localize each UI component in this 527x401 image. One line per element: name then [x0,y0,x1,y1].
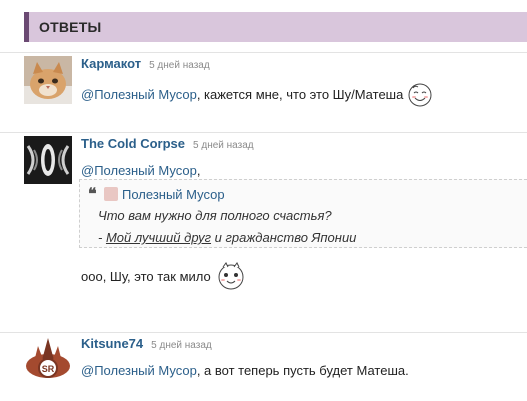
section-header: ОТВЕТЫ [24,12,527,42]
avatar[interactable]: SR [24,336,72,384]
cute-smiley-icon [218,262,244,290]
smiley-icon [408,83,432,107]
quote-link[interactable]: Мой лучший друг [106,230,211,245]
comment-body: , [196,163,201,178]
comment-timestamp: 5 дней назад [193,140,254,151]
comment-text: @Полезный Мусор, кажется мне, что это Шу… [81,82,527,108]
quote-line-2-prefix: - [98,230,106,245]
quote-line-1: Что вам нужно для полного счастья? [98,208,332,223]
section-title: ОТВЕТЫ [39,19,102,35]
comment-author[interactable]: The Cold Corpse [81,136,185,151]
comment-body: , кажется мне, что это Шу/Матеша [196,87,404,102]
comment-text: @Полезный Мусор, [81,162,527,180]
mention-link[interactable]: @Полезный Мусор [81,362,197,380]
fox-avatar-icon: SR [24,336,72,384]
comment-author[interactable]: Кармакот [81,56,141,71]
mention-link[interactable]: @Полезный Мусор [81,86,197,104]
quote-author-link[interactable]: Полезный Мусор [122,187,225,202]
avatar[interactable] [24,56,72,104]
avatar[interactable] [24,136,72,184]
cat-avatar-icon [24,56,72,104]
quote-line-2: - Мой лучший друг и гражданство Японии [88,229,519,247]
quote-line-2-suffix: и гражданство Японии [211,230,357,245]
comment-followup-text: ооо, Шу, это так мило [81,268,211,284]
quote-avatar[interactable] [104,187,118,201]
dark-pattern-avatar-icon [24,136,72,184]
comment-text: @Полезный Мусор, а вот теперь пусть буде… [81,362,527,380]
comment-body: , а вот теперь пусть будет Матеша. [196,363,409,378]
svg-text:SR: SR [42,364,55,374]
comment-followup: ооо, Шу, это так мило [81,260,247,292]
mention-link[interactable]: @Полезный Мусор [81,162,197,180]
comment-author[interactable]: Kitsune74 [81,336,143,351]
quote-marks-icon: ❝ [88,186,97,203]
comment-timestamp: 5 дней назад [149,60,210,71]
comment-timestamp: 5 дней назад [151,340,212,351]
quote-block: ❝ Полезный Мусор Что вам нужно для полно… [79,179,527,248]
